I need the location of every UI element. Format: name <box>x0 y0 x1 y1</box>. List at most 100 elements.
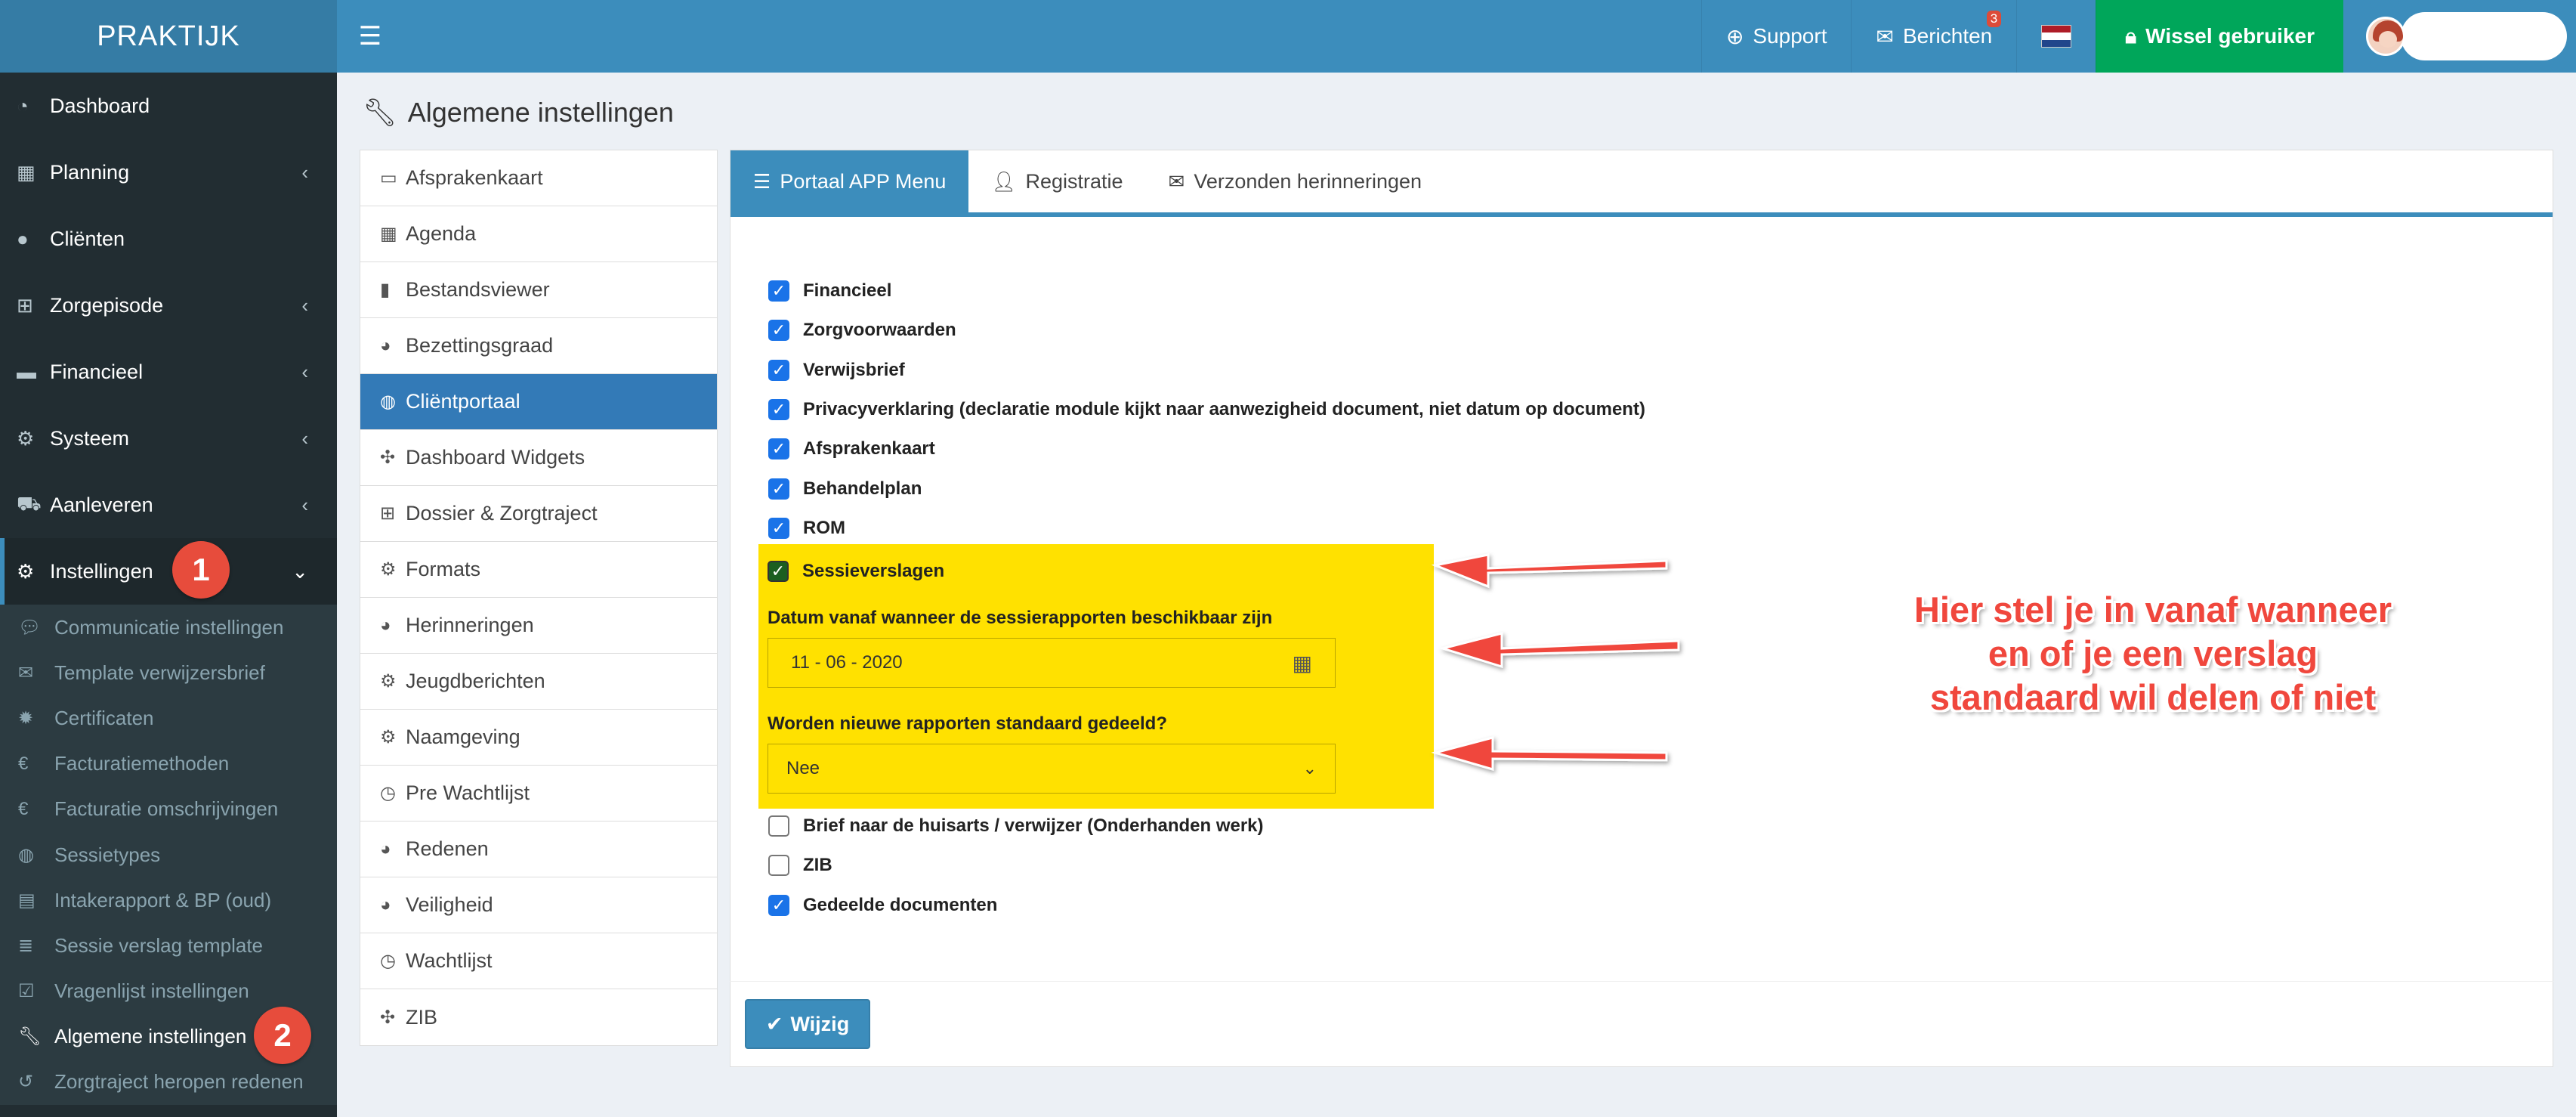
submenu-item-intakerapport[interactable]: ▤ Intakerapport & BP (oud) <box>0 877 337 923</box>
navbar-right: ⊕ Support ✉ Berichten 3 🔒︎ Wissel gebrui… <box>1700 0 2576 73</box>
sidebar-item-label: Instellingen <box>50 559 153 583</box>
switch-user-button[interactable]: 🔒︎ Wissel gebruiker <box>2096 0 2343 73</box>
submenu-item-certificaten[interactable]: ✹ Certificaten <box>0 695 337 741</box>
checkbox-privacyverklaring[interactable]: ✓ <box>768 399 789 421</box>
save-button-label: Wijzig <box>790 1012 850 1035</box>
checkbox-label: Privacyverklaring (declaratie module kij… <box>803 399 1645 420</box>
checkbox-row-rom[interactable]: ✓ ROM <box>768 509 1645 548</box>
settings-item-clientportaal[interactable]: ◍ Cliëntportaal <box>360 374 717 430</box>
submenu-item-communicatie[interactable]: 💬︎ Communicatie instellingen <box>0 605 337 650</box>
settings-item-wachtlijst[interactable]: ◷ Wachtlijst <box>360 933 717 989</box>
settings-item-formats[interactable]: ⚙ Formats <box>360 542 717 598</box>
sidebar-item-financieel[interactable]: ▬ Financieel ‹ <box>0 339 337 405</box>
tab-portaal-app-menu[interactable]: ☰ Portaal APP Menu <box>730 150 969 212</box>
checkbox-gedeelde-documenten[interactable]: ✓ <box>768 894 789 916</box>
messages-badge: 3 <box>1986 11 2002 27</box>
checkbox-label: Sessieverslagen <box>802 561 945 582</box>
checkbox-row-behandelplan[interactable]: ✓ Behandelplan <box>768 469 1645 508</box>
checkbox-zib[interactable] <box>768 855 789 877</box>
save-button[interactable]: ✔ Wijzig <box>745 999 870 1049</box>
sidebar-item-systeem[interactable]: ⚙ Systeem ‹ <box>0 405 337 472</box>
checkbox-label: ROM <box>803 517 845 538</box>
settings-item-redenen[interactable]: ◕ Redenen <box>360 822 717 877</box>
messages-link[interactable]: ✉ Berichten 3 <box>1851 0 2016 73</box>
checkbox-row-zib[interactable]: ZIB <box>768 846 1264 885</box>
sidebar-item-label: Systeem <box>50 426 130 450</box>
tab-registratie[interactable]: 👤︎ Registratie <box>968 150 1145 212</box>
submenu-item-sessie-verslag-template[interactable]: ≣ Sessie verslag template <box>0 923 337 968</box>
checkbox-row-financieel[interactable]: ✓ Financieel <box>768 271 1645 311</box>
dashboard-icon: ◔ <box>17 94 29 117</box>
settings-item-dashboard-widgets[interactable]: ✣ Dashboard Widgets <box>360 430 717 486</box>
medkit-icon: ⊞ <box>17 293 33 317</box>
date-available-input[interactable]: 11 - 06 - 2020 ▦ <box>768 638 1336 688</box>
wrench-icon: 🔧︎ <box>18 1026 42 1047</box>
settings-item-zib[interactable]: ✣ ZIB <box>360 989 717 1045</box>
page-title: 🔧︎ Algemene instellingen <box>363 97 674 128</box>
settings-item-jeugdberichten[interactable]: ⚙ Jeugdberichten <box>360 654 717 710</box>
settings-item-label: Jeugdberichten <box>406 670 545 692</box>
settings-item-naamgeving[interactable]: ⚙ Naamgeving <box>360 710 717 766</box>
calendar-icon: ▦ <box>17 160 36 184</box>
checkbox-row-afsprakenkaart[interactable]: ✓ Afsprakenkaart <box>768 429 1645 469</box>
settings-item-bezettingsgraad[interactable]: ◕ Bezettingsgraad <box>360 318 717 374</box>
user-menu[interactable] <box>2343 0 2576 73</box>
euro-icon: € <box>18 753 29 774</box>
settings-item-bestandsviewer[interactable]: ▮ Bestandsviewer <box>360 262 717 318</box>
settings-item-label: Herinneringen <box>406 614 534 636</box>
settings-item-agenda[interactable]: ▦ Agenda <box>360 206 717 262</box>
submenu-item-template-verwijzersbrief[interactable]: ✉ Template verwijzersbrief <box>0 650 337 695</box>
submenu-item-zorgtraject-heropen[interactable]: ↺ Zorgtraject heropen redenen <box>0 1060 337 1105</box>
checkbox-brief-huisarts[interactable] <box>768 815 789 837</box>
chevron-down-icon: ⌄ <box>292 559 308 583</box>
checkbox-sessieverslagen[interactable]: ✓ <box>768 561 789 583</box>
checkbox-row-gedeelde-documenten[interactable]: ✓ Gedeelde documenten <box>768 886 1264 925</box>
checkbox-behandelplan[interactable]: ✓ <box>768 478 789 500</box>
support-link[interactable]: ⊕ Support <box>1700 0 1852 73</box>
sidebar-item-planning[interactable]: ▦ Planning ‹ <box>0 139 337 206</box>
submenu-label: Vragenlijst instellingen <box>54 979 249 1003</box>
sidebar-item-label: Financieel <box>50 360 144 383</box>
settings-item-herinneringen[interactable]: ◕ Herinneringen <box>360 598 717 654</box>
menu-toggle-icon[interactable]: ☰ <box>337 0 403 73</box>
portal-menu-form: ✓ Financieel ✓ Zorgvoorwaarden ✓ Verwijsbri… <box>768 271 1645 548</box>
calendar-icon[interactable]: ▦ <box>1293 651 1312 676</box>
settings-item-afsprakenkaart[interactable]: ▭ Afsprakenkaart <box>360 150 717 206</box>
step-marker-2: 2 <box>254 1007 311 1064</box>
shared-default-select[interactable]: Nee ⌄ <box>768 744 1336 794</box>
sidebar-item-label: Planning <box>50 160 130 184</box>
sidebar-item-label: Aanleveren <box>50 493 153 516</box>
settings-item-pre-wachtlijst[interactable]: ◷ Pre Wachtlijst <box>360 766 717 822</box>
sidebar-item-zorgepisode[interactable]: ⊞ Zorgepisode ‹ <box>0 272 337 339</box>
app-logo[interactable]: PRAKTIJK <box>0 0 337 73</box>
language-flag[interactable] <box>2016 0 2096 73</box>
checkbox-afsprakenkaart[interactable]: ✓ <box>768 438 789 460</box>
settings-item-veiligheid[interactable]: ◕ Veiligheid <box>360 877 717 933</box>
submenu-item-facturatie-omschrijvingen[interactable]: € Facturatie omschrijvingen <box>0 787 337 832</box>
checkbox-row-brief-huisarts[interactable]: Brief naar de huisarts / verwijzer (Onde… <box>768 806 1264 846</box>
checkbox-row-privacyverklaring[interactable]: ✓ Privacyverklaring (declaratie module ki… <box>768 390 1645 429</box>
checkbox-row-sessieverslagen[interactable]: ✓ Sessieverslagen <box>768 552 1336 591</box>
tab-verzonden-herinneringen[interactable]: ✉ Verzonden herinneringen <box>1146 150 1445 212</box>
support-label: Support <box>1753 24 1827 48</box>
sidebar-item-dashboard[interactable]: ◔ Dashboard <box>0 73 337 139</box>
envelope-icon: ✉ <box>1168 169 1185 193</box>
checkbox-verwijsbrief[interactable]: ✓ <box>768 359 789 381</box>
sidebar-item-instellingen[interactable]: ⚙ Instellingen ⌄ <box>0 538 337 605</box>
user-plus-icon: 👤︎ <box>991 169 1017 193</box>
settings-item-label: Redenen <box>406 837 489 860</box>
file-icon: ▮ <box>380 280 391 300</box>
submenu-item-facturatiemethoden[interactable]: € Facturatiemethoden <box>0 741 337 787</box>
checkbox-row-zorgvoorwaarden[interactable]: ✓ Zorgvoorwaarden <box>768 311 1645 350</box>
page-title-text: Algemene instellingen <box>407 97 674 128</box>
submenu-item-sessietypes[interactable]: ◍ Sessietypes <box>0 832 337 877</box>
checkbox-row-verwijsbrief[interactable]: ✓ Verwijsbrief <box>768 351 1645 390</box>
checkbox-label: Afsprakenkaart <box>803 438 935 459</box>
checkbox-rom[interactable]: ✓ <box>768 517 789 539</box>
step-marker-1: 1 <box>172 541 230 599</box>
checkbox-financieel[interactable]: ✓ <box>768 280 789 302</box>
sidebar-item-aanleveren[interactable]: ⛟ Aanleveren ‹ <box>0 472 337 538</box>
checkbox-zorgvoorwaarden[interactable]: ✓ <box>768 320 789 342</box>
sidebar-item-clienten[interactable]: ● Cliënten <box>0 206 337 272</box>
settings-item-dossier-zorgtraject[interactable]: ⊞ Dossier & Zorgtraject <box>360 486 717 542</box>
